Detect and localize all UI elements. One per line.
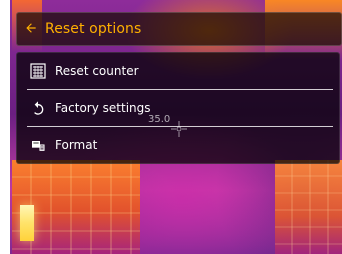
temperature-readout: 35.0 bbox=[148, 114, 171, 125]
arrow-left-icon bbox=[24, 20, 38, 39]
reset-options-menu: Reset counter Factory settings Format bbox=[16, 52, 340, 164]
menu-item-label: Reset counter bbox=[55, 64, 139, 78]
menu-item-label: Factory settings bbox=[55, 101, 151, 115]
reset-options-header: Reset options bbox=[16, 12, 342, 46]
hot-window bbox=[20, 205, 34, 241]
menu-item-reset-counter[interactable]: Reset counter bbox=[17, 53, 341, 89]
counter-icon bbox=[25, 53, 51, 89]
back-button[interactable] bbox=[17, 13, 45, 45]
building-right bbox=[275, 160, 342, 254]
format-icon bbox=[25, 127, 51, 163]
refresh-icon bbox=[25, 90, 51, 126]
page-title: Reset options bbox=[45, 21, 142, 37]
menu-item-label: Format bbox=[55, 138, 98, 152]
crosshair-icon bbox=[170, 120, 188, 138]
